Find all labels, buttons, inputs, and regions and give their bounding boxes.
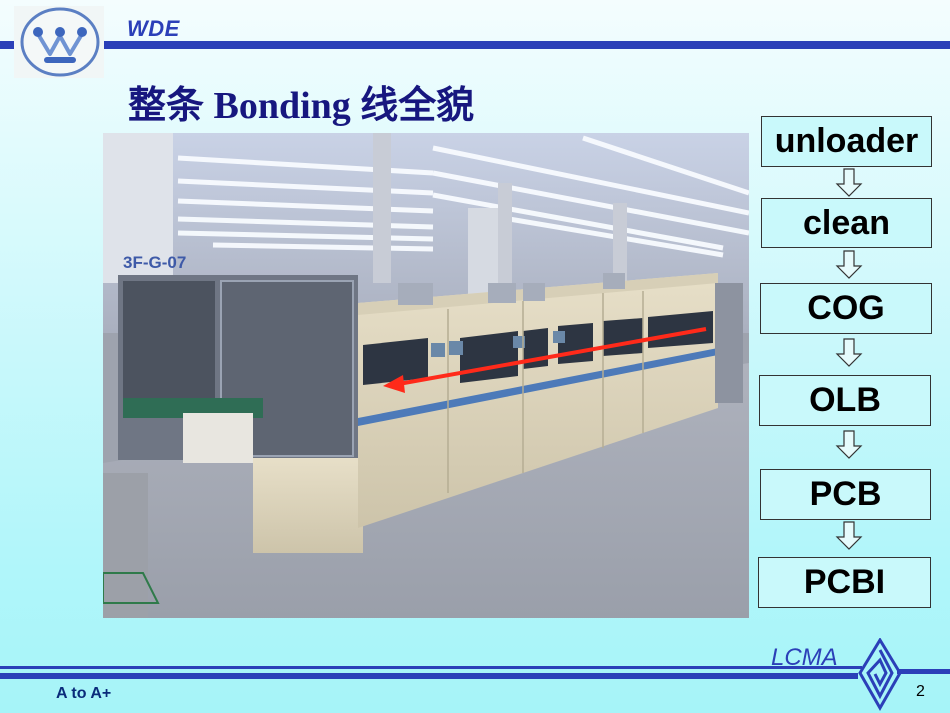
down-arrow-icon: [835, 338, 863, 367]
footer-tagline: A to A+: [56, 685, 112, 702]
flow-step-label: clean: [803, 204, 890, 242]
factory-scene-image: 3F-G-07: [103, 133, 749, 618]
header-brand: WDE: [127, 16, 180, 41]
down-arrow-icon: [835, 430, 863, 459]
footer-rule-right: [897, 669, 950, 674]
down-arrow-icon: [835, 521, 863, 550]
footer-rule-thin: [0, 666, 862, 669]
bonding-line-photo: 3F-G-07: [103, 133, 749, 618]
pillar-sign: 3F-G-07: [123, 253, 186, 272]
flow-step-label: unloader: [774, 122, 919, 160]
flow-step-label: OLB: [809, 381, 881, 419]
flow-step-clean: clean: [761, 198, 932, 248]
page-number: 2: [916, 683, 925, 700]
flow-step-pcb: PCB: [760, 469, 931, 520]
wde-logo: [14, 6, 104, 78]
flow-step-label: COG: [807, 289, 885, 327]
flow-step-cog: COG: [760, 283, 932, 334]
slide-title: 整条 Bonding 线全貌: [128, 85, 475, 127]
flow-step-label: PCBI: [803, 563, 886, 601]
flow-step-olb: OLB: [759, 375, 931, 426]
wde-logo-icon: [18, 6, 102, 78]
flow-step-unloader: unloader: [761, 116, 932, 167]
lcma-spiral-diamond-icon: [858, 638, 902, 712]
down-arrow-icon: [835, 168, 863, 197]
flow-step-label: PCB: [809, 475, 882, 513]
flow-step-pcbi: PCBI: [758, 557, 931, 608]
footer-rule-thick: [0, 673, 858, 679]
down-arrow-icon: [835, 250, 863, 279]
header-rule: [0, 41, 950, 49]
